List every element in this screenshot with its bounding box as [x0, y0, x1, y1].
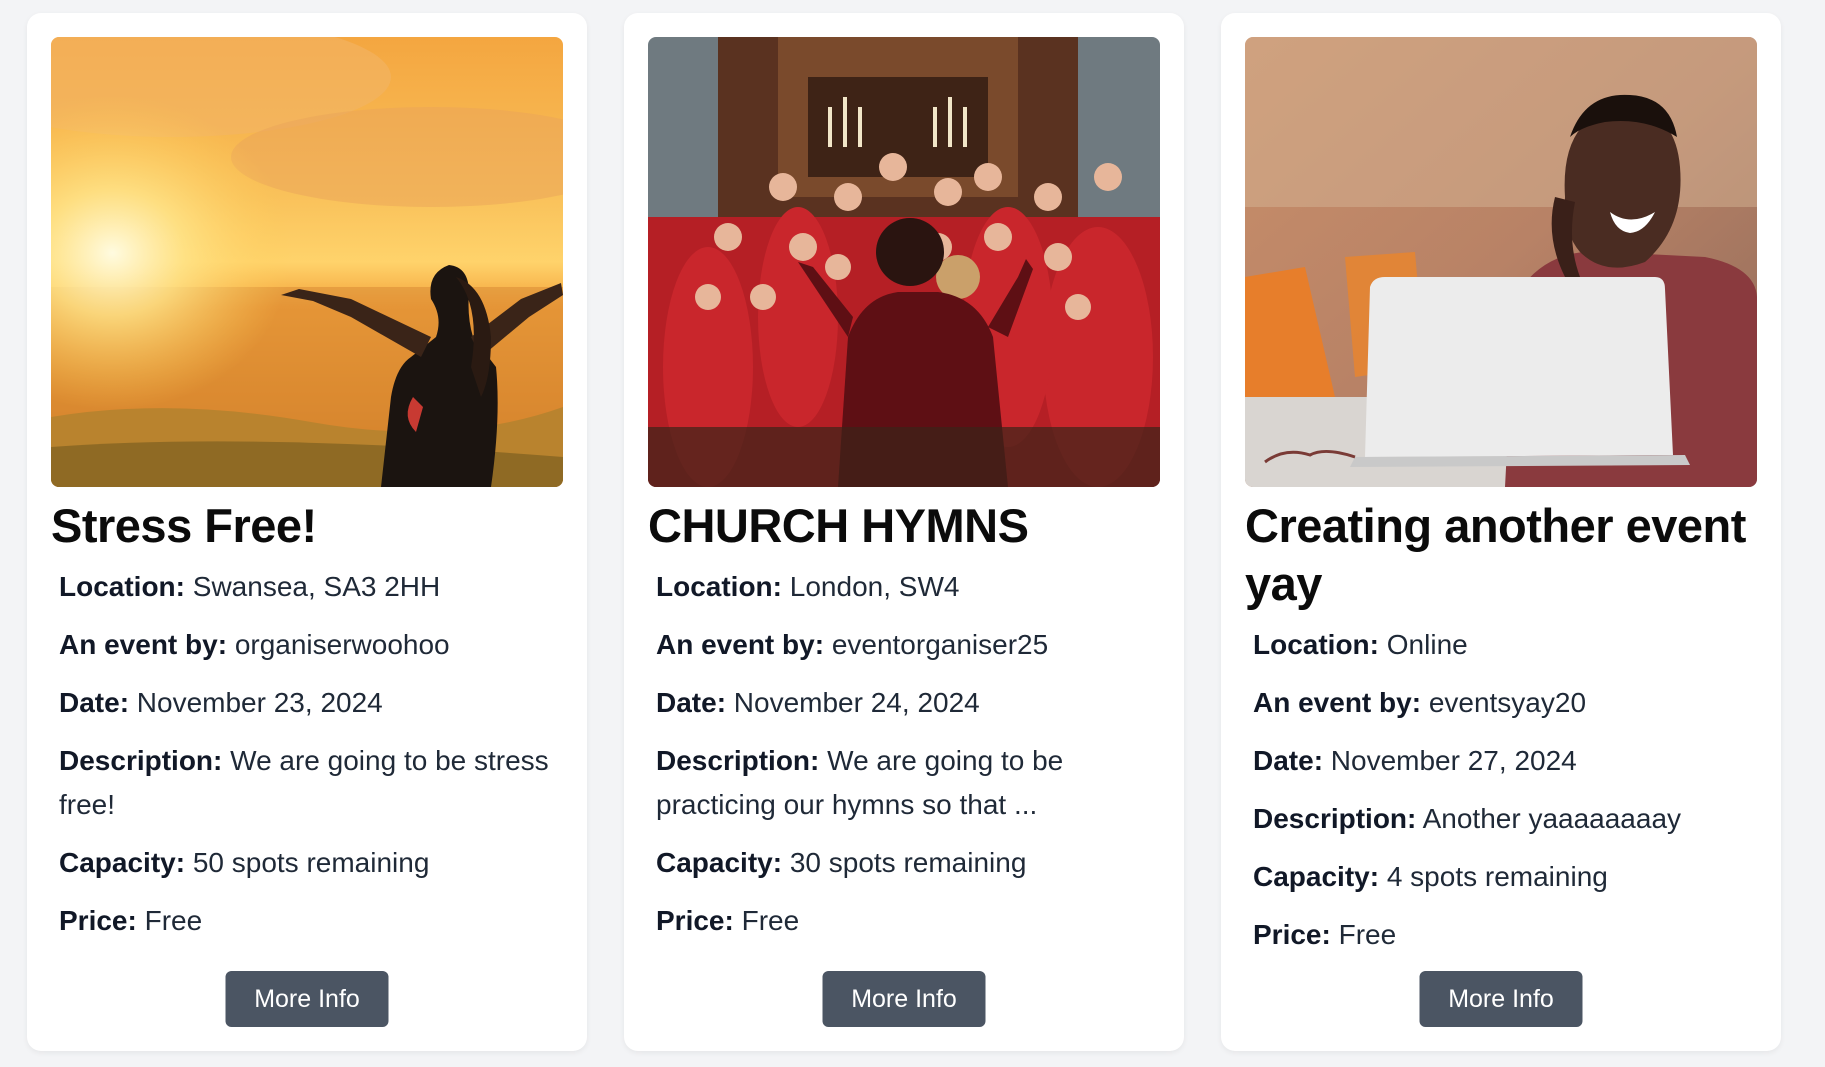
event-title: Creating another event yay	[1245, 499, 1746, 610]
event-capacity: Capacity: 4 spots remaining	[1253, 861, 1608, 892]
event-capacity: Capacity: 30 spots remaining	[656, 847, 1027, 878]
event-price: Price: Free	[656, 905, 800, 936]
event-capacity: Capacity: 50 spots remaining	[59, 847, 430, 878]
event-organiser: An event by: eventorganiser25	[656, 629, 1049, 660]
event-title: CHURCH HYMNS	[648, 499, 1029, 552]
event-description: Description: Another yaaaaaaaay	[1253, 803, 1682, 834]
event-location: Location: Swansea, SA3 2HH	[59, 571, 441, 602]
event-date: Date: November 24, 2024	[656, 687, 980, 718]
event-image-sunset	[51, 37, 563, 487]
event-location: Location: Online	[1253, 629, 1468, 660]
event-price: Price: Free	[59, 905, 203, 936]
event-description: Description: We are going to be practici…	[656, 745, 1064, 820]
event-image-man-laptop	[1245, 37, 1757, 487]
event-grid: Stress Free! Location: Swansea, SA3 2HH …	[27, 13, 1781, 1051]
event-card: Stress Free! Location: Swansea, SA3 2HH …	[27, 13, 587, 1051]
event-organiser: An event by: organiserwoohoo	[59, 629, 450, 660]
event-date: Date: November 23, 2024	[59, 687, 383, 718]
more-info-button[interactable]: More Info	[225, 971, 389, 1027]
event-card: CHURCH HYMNS Location: London, SW4 An ev…	[624, 13, 1184, 1051]
event-price: Price: Free	[1253, 919, 1397, 950]
event-card: Creating another event yay Location: Onl…	[1221, 13, 1781, 1051]
event-description: Description: We are going to be stress f…	[59, 745, 549, 820]
more-info-button[interactable]: More Info	[822, 971, 986, 1027]
event-date: Date: November 27, 2024	[1253, 745, 1577, 776]
event-organiser: An event by: eventsyay20	[1253, 687, 1587, 718]
event-location: Location: London, SW4	[656, 571, 960, 602]
event-title: Stress Free!	[51, 499, 317, 552]
more-info-button[interactable]: More Info	[1419, 971, 1583, 1027]
event-image-choir	[648, 37, 1160, 487]
